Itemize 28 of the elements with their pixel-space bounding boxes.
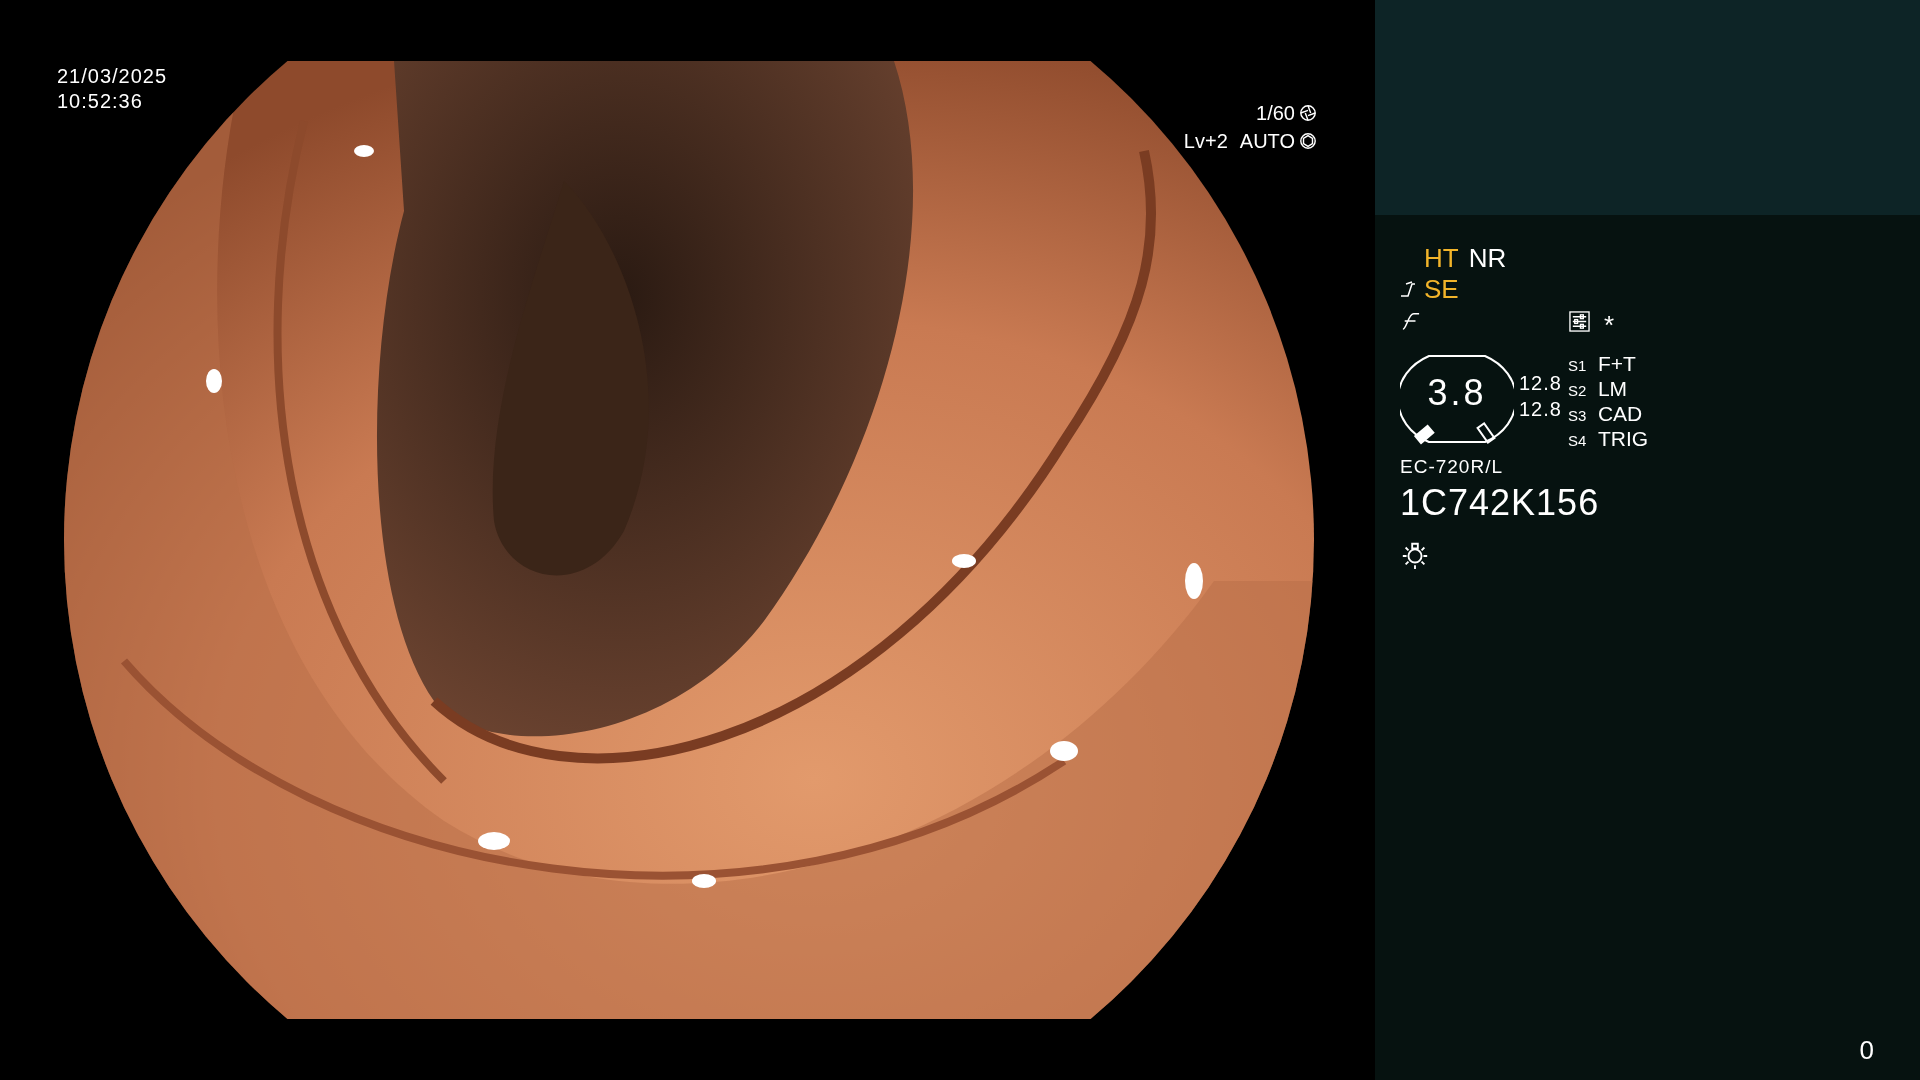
switch-key: S4 xyxy=(1567,432,1590,449)
aperture-icon xyxy=(1299,132,1317,150)
switch-function: F+T xyxy=(1597,352,1636,376)
time-text: 10:52:36 xyxy=(57,89,144,114)
switch-function: CAD xyxy=(1597,402,1643,426)
brightness-level: Lv+2 xyxy=(1183,129,1228,154)
sliders-icon xyxy=(1569,310,1590,332)
date-text: 21/03/2025 xyxy=(57,64,168,89)
switch-function: LM xyxy=(1597,377,1628,401)
mode-label: NR xyxy=(1468,242,1507,274)
shutter-speed: 1/60 xyxy=(1256,101,1295,126)
gauge-value: 3.8 xyxy=(1427,372,1487,414)
marker-text: * xyxy=(1604,309,1615,335)
exposure-mode: AUTO xyxy=(1239,129,1295,154)
switch-key: S3 xyxy=(1567,407,1590,424)
mode-label: HT xyxy=(1424,242,1459,274)
switch-function: TRIG xyxy=(1597,427,1649,451)
switch-key: S2 xyxy=(1567,382,1590,399)
slash-icon xyxy=(1400,312,1422,330)
aperture-icon xyxy=(1299,104,1317,122)
counter-text: 0 xyxy=(1859,1035,1874,1066)
serial-number: 1C742K156 xyxy=(1400,482,1601,524)
reading-text: 12.8 xyxy=(1519,371,1562,396)
switch-key: S1 xyxy=(1567,357,1590,374)
scope-model: EC-720R/L xyxy=(1400,456,1504,478)
enhancement-label: SE xyxy=(1424,274,1459,304)
lamp-icon xyxy=(1400,540,1430,570)
reading-text: 12.8 xyxy=(1519,397,1562,422)
